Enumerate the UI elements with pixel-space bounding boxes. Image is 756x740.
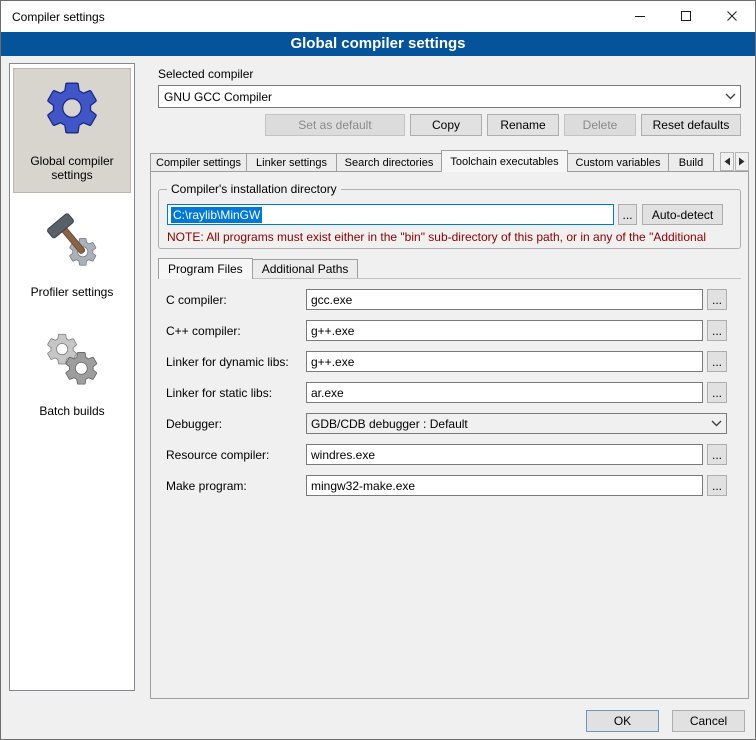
- debugger-value: GDB/CDB debugger : Default: [311, 417, 706, 431]
- dynamic-linker-label: Linker for dynamic libs:: [166, 355, 289, 369]
- make-program-input[interactable]: mingw32-make.exe: [306, 475, 703, 496]
- static-linker-input[interactable]: ar.exe: [306, 382, 703, 403]
- static-linker-browse-button[interactable]: ...: [707, 382, 727, 403]
- chevron-down-icon: [720, 86, 740, 107]
- resource-compiler-label: Resource compiler:: [166, 448, 269, 462]
- arrow-right-icon: [738, 155, 746, 169]
- sidebar-item-label: Global compiler settings: [16, 154, 128, 182]
- tab-build-options[interactable]: Build: [668, 153, 714, 171]
- debugger-row: Debugger: GDB/CDB debugger : Default: [166, 413, 741, 434]
- reset-defaults-button[interactable]: Reset defaults: [641, 114, 741, 136]
- batch-builds-gears-icon: [42, 329, 102, 392]
- tab-toolchain-executables[interactable]: Toolchain executables: [441, 150, 568, 172]
- set-as-default-button[interactable]: Set as default: [265, 114, 405, 136]
- dynamic-linker-input[interactable]: g++.exe: [306, 351, 703, 372]
- chevron-down-icon: [706, 414, 726, 433]
- minimize-button[interactable]: [617, 1, 663, 32]
- tab-additional-paths[interactable]: Additional Paths: [252, 259, 359, 278]
- cpp-compiler-label: C++ compiler:: [166, 324, 241, 338]
- sidebar-item-label: Profiler settings: [31, 285, 114, 299]
- tab-custom-variables[interactable]: Custom variables: [567, 153, 669, 171]
- installation-directory-value: C:\raylib\MinGW: [171, 207, 262, 223]
- static-linker-label: Linker for static libs:: [166, 386, 272, 400]
- program-files-tab-strip: Program Files Additional Paths: [158, 258, 358, 278]
- resource-compiler-input[interactable]: windres.exe: [306, 444, 703, 465]
- compiler-settings-window: Compiler settings Global compiler settin…: [0, 0, 756, 740]
- group-title: Compiler's installation directory: [167, 182, 341, 196]
- c-compiler-input[interactable]: gcc.exe: [306, 289, 703, 310]
- maximize-icon: [681, 10, 691, 24]
- compiler-actions: Set as default Copy Rename Delete Reset …: [158, 114, 741, 136]
- tab-linker-settings[interactable]: Linker settings: [246, 153, 337, 171]
- make-program-browse-button[interactable]: ...: [707, 475, 727, 496]
- close-icon: [727, 10, 737, 24]
- settings-category-list: Global compiler settings Profiler settin…: [9, 63, 135, 691]
- auto-detect-button[interactable]: Auto-detect: [642, 204, 723, 225]
- toolchain-executables-page: [150, 171, 749, 699]
- title-bar: Compiler settings: [1, 1, 755, 32]
- selected-compiler-value: GNU GCC Compiler: [159, 90, 720, 104]
- ok-button[interactable]: OK: [586, 710, 659, 732]
- tab-scroll-left-button[interactable]: [720, 152, 734, 171]
- debugger-dropdown[interactable]: GDB/CDB debugger : Default: [306, 413, 727, 434]
- selected-compiler-dropdown[interactable]: GNU GCC Compiler: [158, 85, 741, 108]
- settings-tab-strip: Compiler settings Linker settings Search…: [150, 150, 719, 173]
- global-compiler-gear-icon: [41, 77, 103, 142]
- debugger-label: Debugger:: [166, 417, 222, 431]
- profiler-hammer-icon: [43, 212, 101, 273]
- c-compiler-browse-button[interactable]: ...: [707, 289, 727, 310]
- window-title: Compiler settings: [12, 10, 105, 24]
- rename-button[interactable]: Rename: [487, 114, 559, 136]
- resource-compiler-row: Resource compiler: windres.exe ...: [166, 444, 741, 465]
- cpp-compiler-input[interactable]: g++.exe: [306, 320, 703, 341]
- installation-directory-input[interactable]: C:\raylib\MinGW: [167, 204, 614, 225]
- static-linker-row: Linker for static libs: ar.exe ...: [166, 382, 741, 403]
- tab-program-files[interactable]: Program Files: [158, 258, 253, 279]
- cancel-button[interactable]: Cancel: [672, 710, 745, 732]
- sidebar-item-label: Batch builds: [39, 404, 104, 418]
- arrow-left-icon: [723, 155, 731, 169]
- dynamic-linker-browse-button[interactable]: ...: [707, 351, 727, 372]
- make-program-row: Make program: mingw32-make.exe ...: [166, 475, 741, 496]
- copy-button[interactable]: Copy: [410, 114, 482, 136]
- c-compiler-row: C compiler: gcc.exe ...: [166, 289, 741, 310]
- cpp-compiler-browse-button[interactable]: ...: [707, 320, 727, 341]
- tab-search-directories[interactable]: Search directories: [336, 153, 442, 171]
- tab-scroll-right-button[interactable]: [735, 152, 749, 171]
- cpp-compiler-row: C++ compiler: g++.exe ...: [166, 320, 741, 341]
- maximize-button[interactable]: [663, 1, 709, 32]
- window-controls: [617, 1, 755, 32]
- minimize-icon: [635, 10, 645, 24]
- sidebar-item-batch-builds[interactable]: Batch builds: [13, 320, 131, 429]
- make-program-label: Make program:: [166, 479, 247, 493]
- tab-compiler-settings[interactable]: Compiler settings: [150, 153, 247, 171]
- browse-directory-button[interactable]: ...: [618, 204, 637, 225]
- selected-compiler-label: Selected compiler: [158, 67, 253, 81]
- sidebar-item-global-compiler-settings[interactable]: Global compiler settings: [13, 68, 131, 193]
- delete-button[interactable]: Delete: [564, 114, 636, 136]
- c-compiler-label: C compiler:: [166, 293, 227, 307]
- bin-subdirectory-note: NOTE: All programs must exist either in …: [167, 230, 733, 244]
- dynamic-linker-row: Linker for dynamic libs: g++.exe ...: [166, 351, 741, 372]
- close-button[interactable]: [709, 1, 755, 32]
- sidebar-item-profiler-settings[interactable]: Profiler settings: [13, 203, 131, 310]
- dialog-header: Global compiler settings: [1, 32, 755, 56]
- installation-directory-group: Compiler's installation directory C:\ray…: [158, 189, 741, 249]
- resource-compiler-browse-button[interactable]: ...: [707, 444, 727, 465]
